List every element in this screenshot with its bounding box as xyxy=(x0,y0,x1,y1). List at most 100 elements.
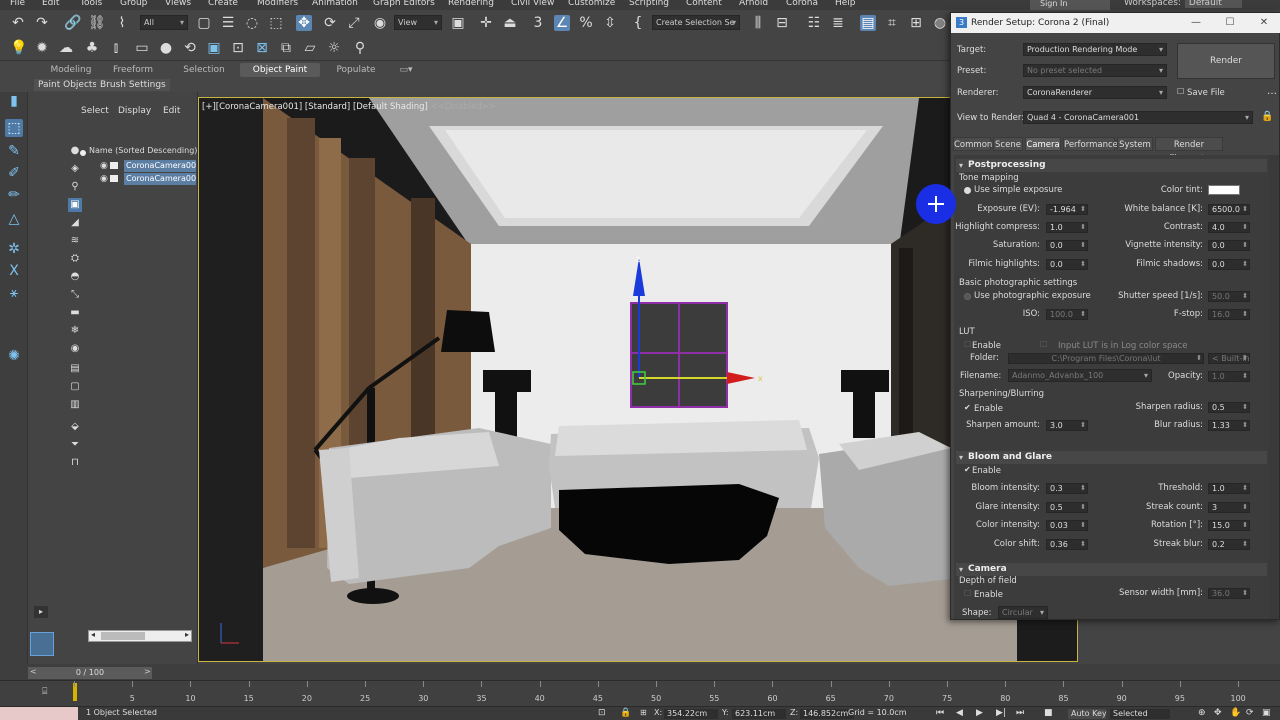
ribbon-tab-selection[interactable]: Selection xyxy=(176,63,232,77)
menu-help[interactable]: Help xyxy=(835,0,856,8)
goto-end-icon[interactable]: ⏭ xyxy=(1016,708,1024,718)
manipulate-icon[interactable]: ✛ xyxy=(478,15,494,31)
sharpen-radius-spinner[interactable]: 0.5 xyxy=(1208,402,1250,413)
abs-mode-icon[interactable]: ⊞ xyxy=(640,708,647,717)
display-all-icon[interactable]: ▤ xyxy=(68,362,82,376)
proxy-icon[interactable]: ⧉ xyxy=(278,40,294,56)
menu-civil-view[interactable]: Civil View xyxy=(511,0,554,8)
filmic-shadows-spinner[interactable]: 0.0 xyxy=(1208,259,1250,270)
filter-hidden-icon[interactable]: ◉ xyxy=(68,342,82,356)
tab-performance[interactable]: Performance xyxy=(1063,137,1118,151)
angle-snap-icon[interactable]: ∠ xyxy=(554,15,570,31)
undo-icon[interactable]: ↶ xyxy=(10,15,26,31)
menu-customize[interactable]: Customize xyxy=(568,0,615,8)
curve-editor-icon[interactable]: ⌗ xyxy=(884,15,900,31)
explorer-row[interactable]: ◉ CoronaCamera00 xyxy=(100,160,196,172)
redo-icon[interactable]: ↷ xyxy=(34,15,50,31)
region-select-icon[interactable]: ◌ xyxy=(244,15,260,31)
next-frame-icon[interactable]: ▶| xyxy=(996,708,1006,718)
render-setup-scrollbar[interactable] xyxy=(1269,155,1279,619)
explorer-tab-display[interactable]: Display xyxy=(118,106,151,116)
sensor-width-spinner[interactable]: 36.0 xyxy=(1208,588,1250,599)
prev-frame-icon[interactable]: ◀ xyxy=(956,708,963,718)
save-file-options-icon[interactable]: … xyxy=(1267,86,1277,97)
display-invert-icon[interactable]: ▥ xyxy=(68,398,82,412)
mirror-icon[interactable]: ⫼ xyxy=(750,15,766,31)
filter-spacewarps-icon[interactable]: ≋ xyxy=(68,234,82,248)
bloom-intensity-spinner[interactable]: 0.3 xyxy=(1046,483,1088,494)
z-coordinate-field[interactable]: 146.852cm xyxy=(800,709,854,719)
filter-frozen-icon[interactable]: ❄ xyxy=(68,324,82,338)
camera-viewport[interactable]: z x xyxy=(198,97,1078,662)
render-setup-titlebar[interactable]: 3 Render Setup: Corona 2 (Final) — ☐ ✕ xyxy=(951,13,1280,33)
ribbon-subtab-paint-objects[interactable]: Paint Objects xyxy=(34,79,102,91)
shape-tool-icon[interactable]: △ xyxy=(5,210,23,228)
lut-folder-field[interactable]: C:\Program Files\Corona\lut xyxy=(1008,353,1204,364)
shutter-speed-spinner[interactable]: 50.0 xyxy=(1208,291,1250,302)
menu-content[interactable]: Content xyxy=(686,0,722,8)
selection-filter-dropdown[interactable]: All xyxy=(140,15,188,30)
save-file-checkbox[interactable]: ☐ xyxy=(1177,88,1185,96)
lut-enable-checkbox[interactable]: ☐ xyxy=(964,341,972,349)
ribbon-tab-object-paint[interactable]: Object Paint xyxy=(240,63,320,77)
time-slider-bar[interactable] xyxy=(0,664,1280,680)
play-icon[interactable]: ▶ xyxy=(976,708,983,718)
rotation-spinner[interactable]: 15.0 xyxy=(1208,520,1250,531)
pan-icon[interactable]: ✋ xyxy=(1230,708,1241,718)
view-to-render-dropdown[interactable]: Quad 4 - CoronaCamera001 xyxy=(1023,111,1253,124)
selection-lock-icon[interactable]: 🔒 xyxy=(620,708,631,718)
sharpen-amount-spinner[interactable]: 3.0 xyxy=(1046,420,1088,431)
spray-tool-icon[interactable]: ⚹ xyxy=(5,284,23,302)
maximize-icon[interactable]: ☐ xyxy=(1215,13,1245,33)
bulb-icon[interactable]: ⚲ xyxy=(352,40,368,56)
select-rotate-icon[interactable]: ⟳ xyxy=(322,15,338,31)
renderer-dropdown[interactable]: CoronaRenderer xyxy=(1023,86,1167,99)
material-editor-icon[interactable]: ◍ xyxy=(932,15,948,31)
time-slider-thumb[interactable]: 0 / 100 xyxy=(28,667,152,679)
xform-tool-icon[interactable]: X xyxy=(5,262,23,280)
camera-rollout[interactable]: Camera xyxy=(956,563,1267,576)
streak-blur-spinner[interactable]: 0.2 xyxy=(1208,539,1250,550)
scroll-thumb[interactable] xyxy=(101,632,145,640)
highlight-compress-spinner[interactable]: 1.0 xyxy=(1046,222,1088,233)
spinner-snap-icon[interactable]: ⇳ xyxy=(602,15,618,31)
glare-intensity-spinner[interactable]: 0.5 xyxy=(1046,502,1088,513)
percent-snap-icon[interactable]: % xyxy=(578,15,594,31)
minimize-icon[interactable]: — xyxy=(1181,13,1211,33)
lock-view-icon[interactable]: 🔒 xyxy=(1261,111,1273,122)
sun-icon[interactable]: ✹ xyxy=(34,40,50,56)
set-key-icon[interactable]: ■ xyxy=(1044,708,1053,718)
select-object-icon[interactable]: ▢ xyxy=(196,15,212,31)
filter-groups-icon[interactable]: ⛭ xyxy=(68,252,82,266)
bloom-enable-checkbox[interactable]: ✔ xyxy=(964,466,972,474)
interactive-render-icon[interactable]: ⊡ xyxy=(230,40,246,56)
filter-cameras-icon[interactable]: ▣ xyxy=(68,198,82,212)
simple-exposure-radio[interactable] xyxy=(964,187,971,194)
viewport-standard[interactable]: [Standard] xyxy=(305,102,350,112)
dof-enable-checkbox[interactable]: ☐ xyxy=(964,590,972,598)
bloom-glare-rollout[interactable]: Bloom and Glare xyxy=(956,451,1267,464)
scroll-left-icon[interactable]: ◂ xyxy=(91,630,95,639)
threshold-spinner[interactable]: 1.0 xyxy=(1208,483,1250,494)
workspaces-value[interactable]: Default xyxy=(1184,0,1242,8)
target-dropdown[interactable]: Production Rendering Mode xyxy=(1023,43,1167,56)
select-by-name-icon[interactable]: ☰ xyxy=(220,15,236,31)
streak-count-spinner[interactable]: 3 xyxy=(1208,502,1250,513)
lut-filename-dropdown[interactable]: Adanmo_Advanbx_100 xyxy=(1008,369,1152,382)
color-tint-swatch[interactable] xyxy=(1208,185,1240,195)
window-crossing-icon[interactable]: ⬚ xyxy=(268,15,284,31)
display-none-icon[interactable]: ▢ xyxy=(68,380,82,394)
ribbon-tab-populate[interactable]: Populate xyxy=(330,63,382,77)
shape-dropdown[interactable]: Circular xyxy=(998,606,1048,619)
tab-camera[interactable]: Camera xyxy=(1025,137,1061,151)
edit-tool-icon[interactable]: ✎ xyxy=(5,142,23,160)
lut-builtin-button[interactable]: < Built-in xyxy=(1208,353,1250,364)
rotate-view-icon[interactable]: ⟲ xyxy=(182,40,198,56)
layer-toggle-icon[interactable] xyxy=(30,632,54,656)
schematic-view-icon[interactable]: ⊞ xyxy=(908,15,924,31)
auto-key-button[interactable]: Auto Key xyxy=(1068,709,1107,719)
fstop-spinner[interactable]: 16.0 xyxy=(1208,309,1250,320)
viewport-disabled[interactable]: <<Disabled>> xyxy=(431,102,496,112)
filmic-highlights-spinner[interactable]: 0.0 xyxy=(1046,259,1088,270)
lut-opacity-spinner[interactable]: 1.0 xyxy=(1208,371,1250,382)
